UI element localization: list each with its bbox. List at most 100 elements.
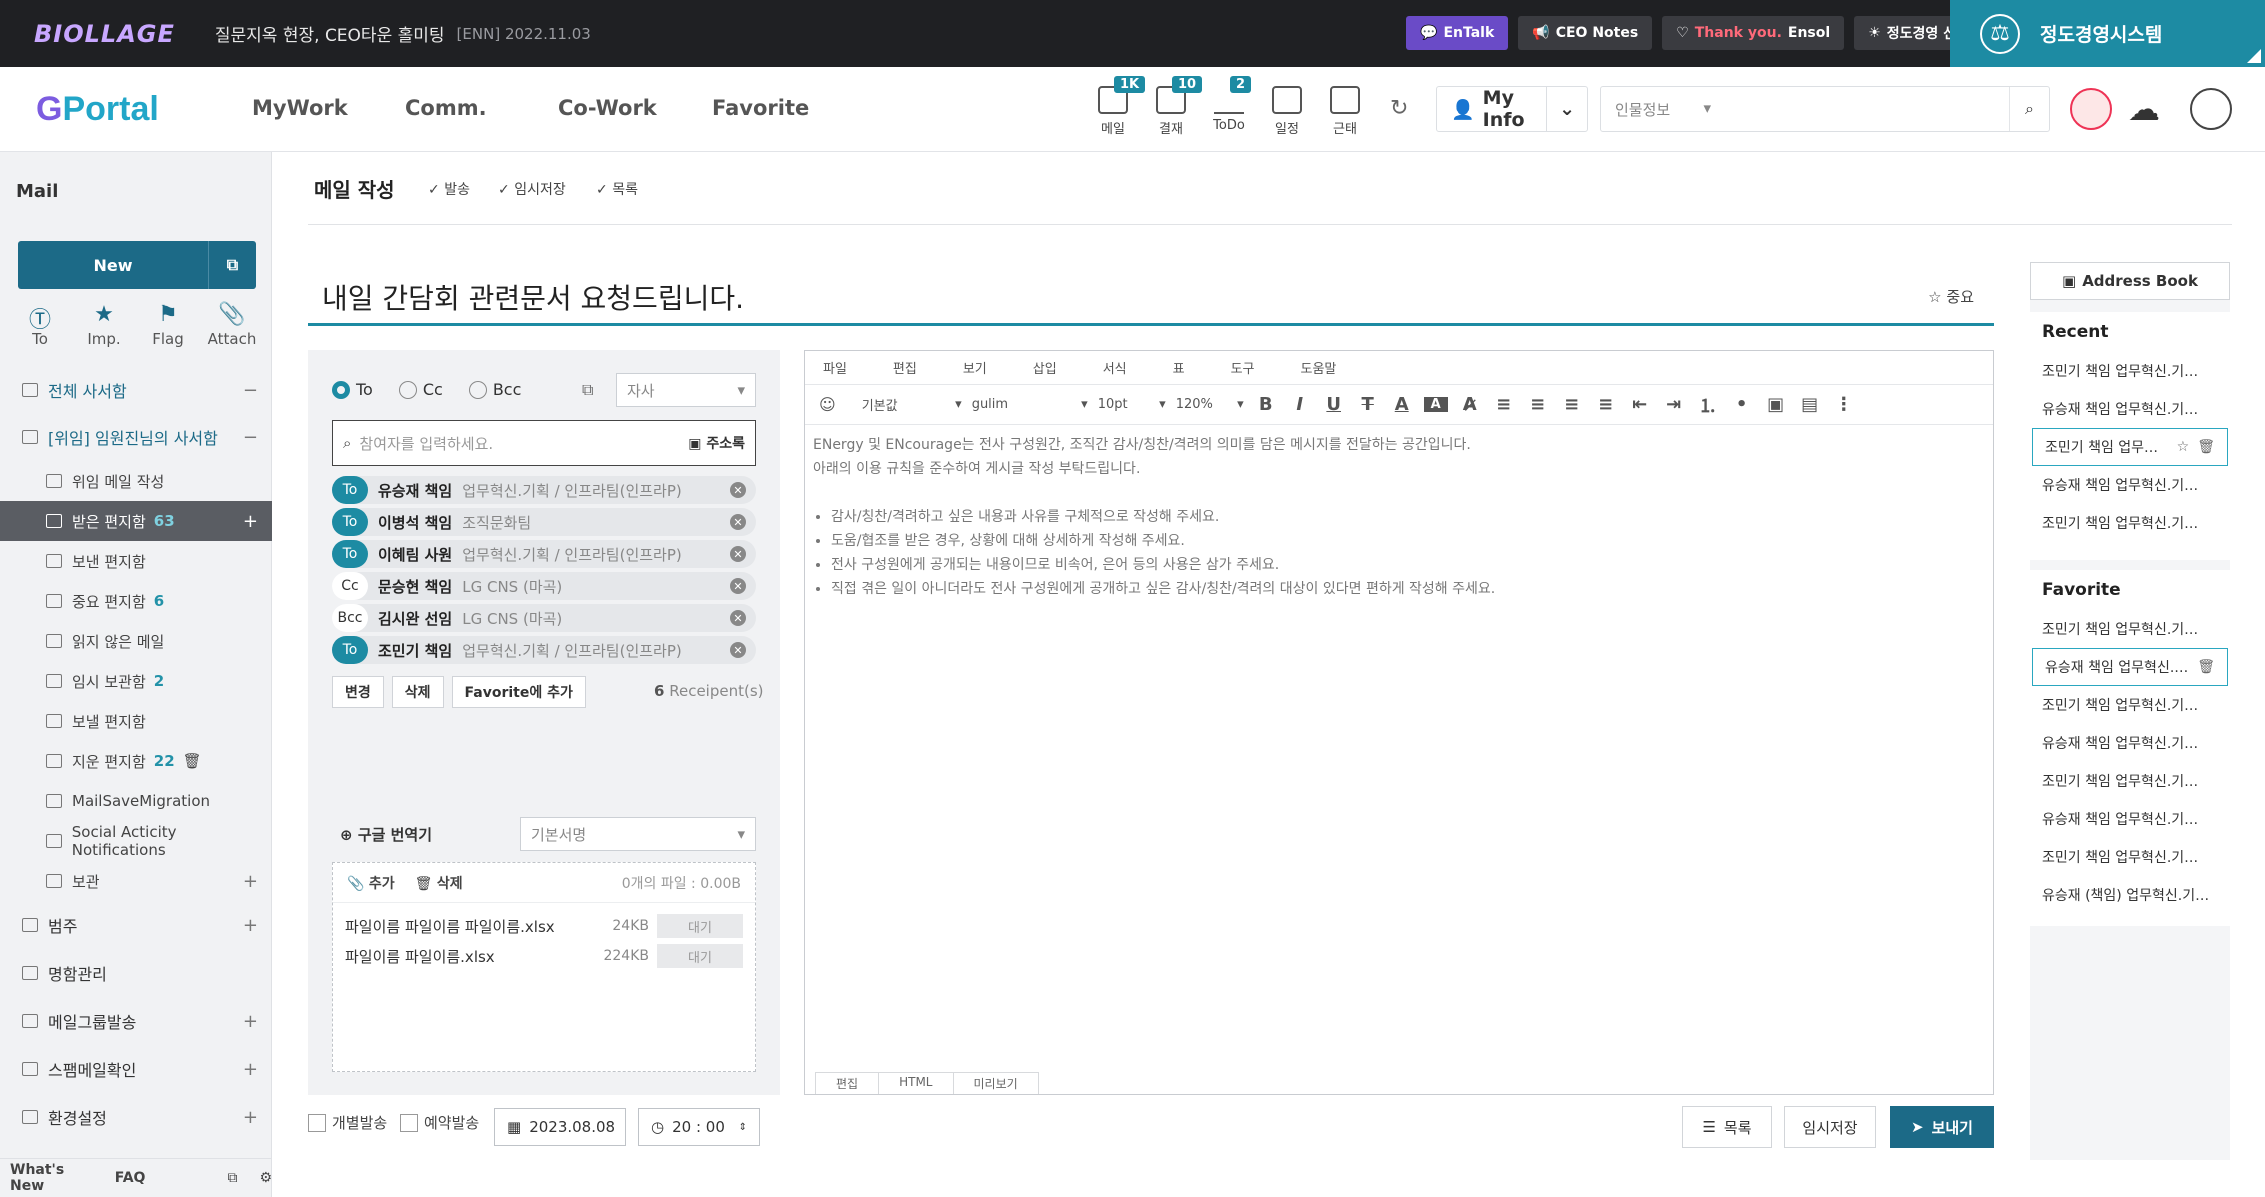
tab-html[interactable]: HTML bbox=[878, 1072, 954, 1094]
radio-to[interactable]: To bbox=[332, 380, 373, 399]
expand-icon[interactable]: + bbox=[243, 1011, 258, 1032]
folder-inbox[interactable]: 받은 편지함 63 + bbox=[0, 501, 272, 541]
emoji-icon[interactable]: ☺ bbox=[819, 395, 836, 414]
tab-preview[interactable]: 미리보기 bbox=[952, 1072, 1039, 1094]
folder-cards[interactable]: 명함관리 bbox=[0, 953, 272, 993]
stepper-icon[interactable]: ⇕ bbox=[739, 1122, 747, 1133]
address-book-button[interactable]: ▣ 주소록 bbox=[688, 433, 745, 453]
trash-icon[interactable]: 🗑 bbox=[2197, 439, 2215, 455]
recipient-chip[interactable]: Bcc 김시완 선임 LG CNS (마곡) ✕ bbox=[332, 604, 756, 632]
important-toggle[interactable]: ☆ 중요 bbox=[1928, 286, 1974, 307]
editor-menu-file[interactable]: 파일 bbox=[823, 358, 847, 377]
recent-item[interactable]: 조민기 책임 업무혁신.기… bbox=[2030, 352, 2230, 390]
remove-icon[interactable]: ✕ bbox=[730, 514, 746, 530]
favorite-item[interactable]: 조민기 책임 업무혁신.기… bbox=[2030, 762, 2230, 800]
folder-archive[interactable]: 보관 + bbox=[0, 861, 272, 901]
filter-flag[interactable]: ⚑ Flag bbox=[138, 302, 198, 348]
individual-send-checkbox[interactable]: 개별발송 bbox=[308, 1112, 387, 1133]
entalk-button[interactable]: 💬 EnTalk bbox=[1406, 16, 1509, 50]
align-left-icon[interactable]: ≡ bbox=[1492, 394, 1516, 415]
ethics-system-button[interactable]: ⚖ 정도경영시스템 bbox=[1950, 0, 2265, 67]
editor-menu-format[interactable]: 서식 bbox=[1103, 358, 1127, 377]
remove-icon[interactable]: ✕ bbox=[730, 610, 746, 626]
external-link-icon[interactable]: ⧉ bbox=[227, 1170, 237, 1186]
recipient-input[interactable]: ⌕ 참여자를 입력하세요. ▣ 주소록 bbox=[332, 420, 756, 466]
trash-empty-icon[interactable]: 🗑 bbox=[183, 752, 202, 770]
editor-menu-table[interactable]: 표 bbox=[1173, 358, 1185, 377]
radio-bcc[interactable]: Bcc bbox=[468, 380, 521, 399]
chevron-down-icon[interactable]: ⌄ bbox=[1546, 87, 1587, 131]
delete-button[interactable]: 삭제 bbox=[391, 676, 444, 708]
size-select[interactable]: 10pt ▾ bbox=[1098, 397, 1166, 412]
search-category-select[interactable]: 인물정보 ▾ bbox=[1601, 99, 1721, 120]
subject-field[interactable]: 내일 간담회 관련문서 요청드립니다. ☆ 중요 bbox=[308, 270, 1994, 326]
expand-icon[interactable]: + bbox=[243, 871, 258, 892]
star-outline-icon[interactable]: ☆ bbox=[2177, 439, 2190, 455]
expand-icon[interactable]: + bbox=[243, 511, 258, 532]
editor-menu-edit[interactable]: 편집 bbox=[893, 358, 917, 377]
quick-mail[interactable]: 1K 메일 bbox=[1086, 76, 1146, 142]
remove-icon[interactable]: ✕ bbox=[730, 578, 746, 594]
font-select[interactable]: gulim ▾ bbox=[972, 397, 1088, 412]
address-book-button[interactable]: ▣ Address Book bbox=[2030, 262, 2230, 300]
folder-all[interactable]: 전체 사서함 − bbox=[0, 370, 272, 410]
style-select[interactable]: 기본값 ▾ bbox=[862, 395, 962, 414]
menu-comm[interactable]: Comm. bbox=[405, 96, 487, 120]
list-action[interactable]: ✓ 목록 bbox=[596, 179, 638, 199]
new-mail-button[interactable]: New ⧉ bbox=[18, 241, 256, 289]
radio-cc[interactable]: Cc bbox=[398, 380, 443, 399]
ceo-notes-button[interactable]: 📢 CEO Notes bbox=[1518, 16, 1653, 50]
folder-unread[interactable]: 읽지 않은 메일 bbox=[0, 621, 272, 661]
expand-icon[interactable]: + bbox=[243, 1059, 258, 1080]
italic-icon[interactable]: I bbox=[1288, 394, 1312, 415]
favorite-item[interactable]: 조민기 책임 업무혁신.기… bbox=[2030, 610, 2230, 648]
search-input[interactable] bbox=[1721, 87, 2009, 131]
editor-menu-view[interactable]: 보기 bbox=[963, 358, 987, 377]
globe-icon[interactable] bbox=[2190, 88, 2232, 130]
thank-you-button[interactable]: ♡ Thank you. Ensol bbox=[1662, 16, 1845, 50]
recent-item[interactable]: 조민기 책임 업무혁신.기… bbox=[2030, 504, 2230, 542]
portal-logo[interactable]: GPortal bbox=[36, 90, 159, 129]
folder-migration[interactable]: MailSaveMigration bbox=[0, 781, 272, 821]
filter-important[interactable]: ★ Imp. bbox=[74, 302, 134, 348]
folder-sent[interactable]: 보낸 편지함 bbox=[0, 541, 272, 581]
rich-text-editor[interactable]: 파일 편집 보기 삽입 서식 표 도구 도움말 ☺ 기본값 ▾ gulim ▾ 10… bbox=[804, 350, 1994, 1095]
attachment-row[interactable]: 파일이름 파일이름.xlsx 224KB 대기 bbox=[333, 941, 755, 971]
list-button[interactable]: ☰ 목록 bbox=[1682, 1106, 1772, 1148]
attachment-box[interactable]: 📎 추가 🗑 삭제 0개의 파일 : 0.00B 파일이름 파일이름 파일이름.… bbox=[332, 862, 756, 1072]
editor-body[interactable]: ENergy 및 ENcourage는 전사 구성원간, 조직간 감사/칭찬/격… bbox=[805, 425, 1993, 609]
send-button[interactable]: ➤ 보내기 bbox=[1890, 1106, 1994, 1148]
bold-icon[interactable]: B bbox=[1254, 394, 1278, 415]
numbered-list-icon[interactable]: ⒈ bbox=[1696, 392, 1720, 418]
time-picker[interactable]: ◷ 20 : 00 ⇕ bbox=[638, 1108, 760, 1146]
save-draft-button[interactable]: 임시저장 bbox=[1784, 1106, 1876, 1148]
external-link-icon[interactable]: ⧉ bbox=[208, 241, 256, 289]
font-color-icon[interactable]: A bbox=[1390, 394, 1414, 415]
folder-outbox[interactable]: 보낼 편지함 bbox=[0, 701, 272, 741]
brand-logo[interactable]: BIOLLAGE bbox=[34, 20, 175, 48]
recipient-chip[interactable]: To 이병석 책임 조직문화팀 ✕ bbox=[332, 508, 756, 536]
folder-spam[interactable]: 스팸메일확인 + bbox=[0, 1049, 272, 1089]
gear-icon[interactable]: ⚙ bbox=[259, 1170, 272, 1186]
tab-edit[interactable]: 편집 bbox=[815, 1072, 880, 1094]
reserve-send-checkbox[interactable]: 예약발송 bbox=[400, 1112, 479, 1133]
folder-trash[interactable]: 지운 편지함 22 🗑 bbox=[0, 741, 272, 781]
cloud-upload-icon[interactable]: ☁ bbox=[2128, 90, 2160, 128]
filter-attach[interactable]: 📎 Attach bbox=[202, 302, 262, 348]
recipient-chip[interactable]: To 이혜림 사원 업무혁신.기획 / 인프라팀(인프라P) ✕ bbox=[332, 540, 756, 568]
folder-drafts[interactable]: 임시 보관함 2 bbox=[0, 661, 272, 701]
recipient-chip[interactable]: To 조민기 책임 업무혁신.기획 / 인프라팀(인프라P) ✕ bbox=[332, 636, 756, 664]
company-select[interactable]: 자사 ▾ bbox=[616, 373, 756, 407]
folder-social[interactable]: Social Acticity Notifications bbox=[0, 821, 272, 861]
quick-approval[interactable]: 10 결재 bbox=[1144, 76, 1203, 142]
collapse-icon[interactable]: − bbox=[243, 380, 258, 401]
quick-todo[interactable]: 2 ToDo bbox=[1202, 76, 1256, 142]
favorite-item[interactable]: 유승재 책임 업무혁신.기… bbox=[2030, 724, 2230, 762]
change-button[interactable]: 변경 bbox=[332, 676, 384, 708]
faq-link[interactable]: FAQ bbox=[115, 1170, 146, 1186]
recipient-chip[interactable]: Cc 문승현 책임 LG CNS (마곡) ✕ bbox=[332, 572, 756, 600]
save-draft-action[interactable]: ✓ 임시저장 bbox=[498, 179, 566, 199]
send-action[interactable]: ✓ 발송 bbox=[428, 179, 470, 199]
expand-icon[interactable]: + bbox=[243, 915, 258, 936]
align-justify-icon[interactable]: ≡ bbox=[1594, 394, 1618, 415]
